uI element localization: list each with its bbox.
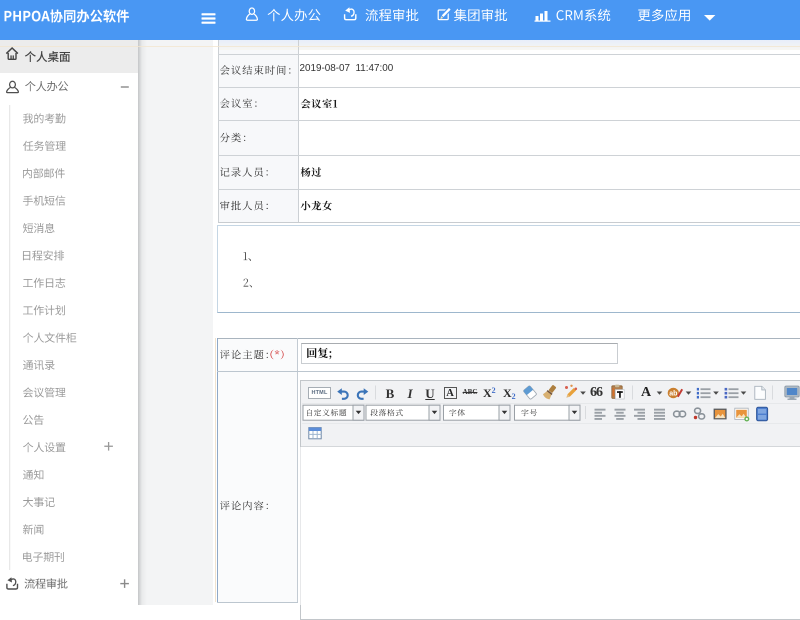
- svg-text:ab: ab: [669, 391, 677, 398]
